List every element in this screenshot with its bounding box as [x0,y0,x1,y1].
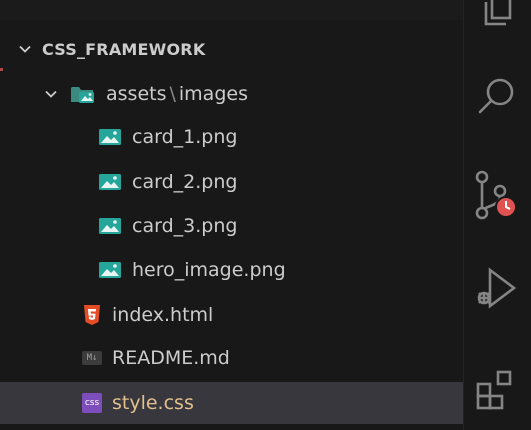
explorer-panel: CSS_FRAMEWORK assets \ images card_1.png… [0,0,463,430]
file-index-html[interactable]: index.html [0,294,463,336]
html5-icon [82,304,102,326]
file-readme-md[interactable]: M↓ README.md [0,337,463,379]
image-file-icon [98,260,122,280]
explorer-section-header[interactable]: CSS_FRAMEWORK [0,28,463,70]
file-label: card_3.png [132,215,238,237]
folder-assets-images[interactable]: assets \ images [0,73,463,115]
panel-top-edge [0,0,463,20]
folder-images-icon [70,83,96,105]
image-file-icon [98,127,122,147]
css-icon: css [82,393,102,413]
folder-name-part2: images [178,83,248,105]
file-label: index.html [112,304,214,326]
folder-path-separator: \ [169,83,176,105]
file-card-2[interactable]: card_2.png [0,161,463,203]
source-control-icon[interactable] [468,168,524,224]
chevron-down-icon [40,83,62,105]
folder-name-part1: assets [106,83,167,105]
file-label: card_2.png [132,171,238,193]
workspace-title: CSS_FRAMEWORK [42,39,206,59]
explorer-icon[interactable] [468,0,524,42]
run-debug-icon[interactable] [468,262,524,318]
file-label: style.css [112,392,194,414]
search-icon[interactable] [468,68,524,124]
file-label: README.md [112,347,230,369]
chevron-down-icon [14,38,36,60]
file-hero-image[interactable]: hero_image.png [0,249,463,291]
file-card-1[interactable]: card_1.png [0,116,463,158]
file-style-css[interactable]: css style.css [0,382,463,424]
file-label: card_1.png [132,126,238,148]
image-file-icon [98,172,122,192]
image-file-icon [98,216,122,236]
folder-label: assets \ images [106,83,248,105]
extensions-icon[interactable] [468,362,524,418]
file-card-3[interactable]: card_3.png [0,205,463,247]
markdown-icon: M↓ [82,351,102,365]
vscode-window: CSS_FRAMEWORK assets \ images card_1.png… [0,0,531,430]
file-label: hero_image.png [132,259,286,281]
activity-bar [463,0,531,430]
